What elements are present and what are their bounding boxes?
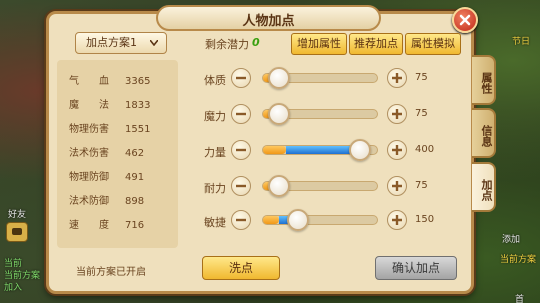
window-title: 人物加点 [242,14,295,29]
attribute-slider[interactable] [262,67,378,89]
scheme-dropdown[interactable]: 加点方案1 [75,32,167,54]
slider-base-fill [263,216,279,224]
attribute-label: 体质 [204,74,226,87]
slider-handle[interactable] [268,67,290,89]
chevron-down-icon [150,40,158,46]
recommend-points-button[interactable]: 推荐加点 [349,33,403,55]
attribute-value: 75 [415,180,428,191]
attribute-slider[interactable] [262,139,378,161]
slider-handle[interactable] [268,175,290,197]
stats-panel: 气 血 3365 魔 法 1833 物理伤害 1551 法术伤害 462 物理防御 491… [57,60,178,248]
increase-button[interactable] [387,176,407,196]
attribute-slider[interactable] [262,175,378,197]
attribute-label: 魔力 [204,110,226,123]
attribute-label: 力量 [204,146,226,159]
decrease-button[interactable] [231,104,251,124]
minus-icon [236,184,246,188]
stat-row-magic-def: 法术防御 898 [69,196,145,207]
simulate-attribute-button[interactable]: 属性模拟 [405,33,461,55]
tab-add-points[interactable]: 加点 [472,162,496,212]
stat-row-magic-dmg: 法术伤害 462 [69,148,145,159]
bg-text-festival: 节日 [512,37,531,47]
attribute-slider[interactable] [262,103,378,125]
stat-row-mp: 魔 法 1833 [69,100,151,111]
chat-icon[interactable] [6,222,28,242]
slider-handle[interactable] [287,209,309,231]
attribute-slider[interactable] [262,209,378,231]
plus-icon [392,215,402,225]
reset-points-button[interactable]: 洗点 [202,256,280,280]
bg-text-add: 添加 [502,235,521,245]
stat-row-phys-def: 物理防御 491 [69,172,145,183]
plus-icon [392,145,402,155]
attribute-value: 400 [415,144,435,155]
decrease-button[interactable] [231,210,251,230]
attribute-value: 75 [415,72,428,83]
minus-icon [236,148,246,152]
confirm-points-button[interactable]: 确认加点 [375,256,457,280]
tab-attributes[interactable]: 属性 [472,55,496,105]
bg-text-scheme: 当前方案 [500,255,537,265]
title-bar: 人物加点 [156,5,381,31]
increase-button[interactable] [387,140,407,160]
increase-button[interactable] [387,68,407,88]
remaining-potential-label: 剩余潜力 [205,38,249,51]
decrease-button[interactable] [231,176,251,196]
scheme-status-text: 当前方案已开启 [76,267,146,278]
attribute-value: 75 [415,108,428,119]
scheme-dropdown-label: 加点方案1 [86,36,137,49]
stat-row-phys-dmg: 物理伤害 1551 [69,124,151,135]
close-icon [459,14,471,26]
stat-row-hp: 气 血 3365 [69,76,151,87]
add-attribute-button[interactable]: 增加属性 [291,33,347,55]
bg-text-join: 加入 [4,283,23,293]
plus-icon [392,73,402,83]
plus-icon [392,181,402,191]
increase-button[interactable] [387,104,407,124]
close-button[interactable] [452,7,478,33]
slider-base-fill [263,146,286,154]
increase-button[interactable] [387,210,407,230]
attribute-label: 敏捷 [204,216,226,229]
slider-handle[interactable] [349,139,371,161]
tab-info[interactable]: 信息 [472,108,496,158]
attribute-label: 耐力 [204,182,226,195]
decrease-button[interactable] [231,68,251,88]
remaining-potential-value: 0 [252,36,260,49]
plus-icon [392,109,402,119]
bg-text-friends: 好友 [8,210,27,220]
attribute-value: 150 [415,214,435,225]
minus-icon [236,218,246,222]
bg-text-first: 首 [515,295,525,303]
stat-row-speed: 速 度 716 [69,220,145,231]
decrease-button[interactable] [231,140,251,160]
minus-icon [236,112,246,116]
slider-handle[interactable] [268,103,290,125]
minus-icon [236,76,246,80]
